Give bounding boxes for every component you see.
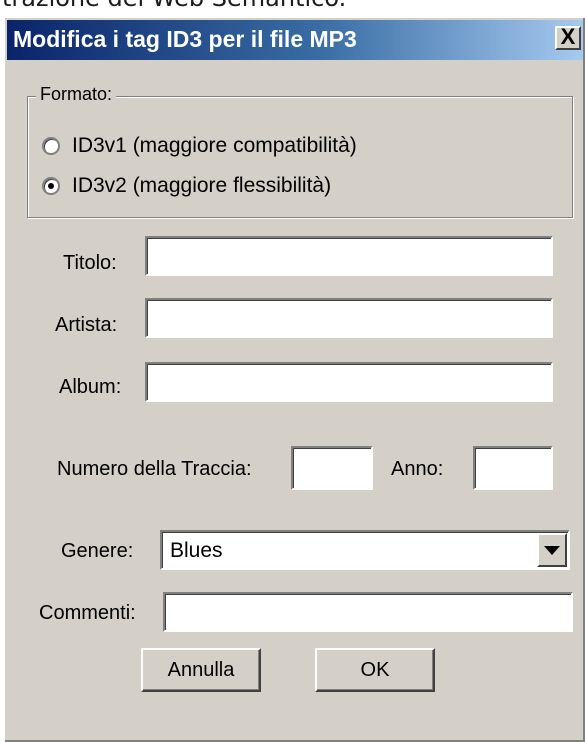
album-label: Album: bbox=[59, 376, 122, 398]
radio-label-id3v1: ID3v1 (maggiore compatibilità) bbox=[72, 134, 357, 157]
id3-tag-dialog: Modifica i tag ID3 per il file MP3 X For… bbox=[3, 16, 585, 742]
artist-field[interactable] bbox=[145, 298, 553, 338]
comments-field[interactable] bbox=[163, 592, 573, 632]
dialog-title: Modifica i tag ID3 per il file MP3 bbox=[13, 26, 357, 52]
artist-label: Artista: bbox=[55, 314, 118, 336]
comments-label: Commenti: bbox=[39, 602, 136, 624]
ok-button[interactable]: OK bbox=[315, 648, 435, 692]
close-button[interactable]: X bbox=[555, 26, 581, 50]
radio-option-id3v2[interactable]: ID3v2 (maggiore flessibilità) bbox=[42, 173, 331, 199]
genre-dropdown-button[interactable] bbox=[537, 533, 567, 567]
title-label: Titolo: bbox=[63, 252, 117, 274]
title-field[interactable] bbox=[145, 236, 553, 276]
cancel-button-label: Annulla bbox=[167, 658, 235, 681]
radio-label-id3v2: ID3v2 (maggiore flessibilità) bbox=[72, 174, 332, 197]
radio-button-id3v2[interactable] bbox=[42, 177, 60, 195]
radio-option-id3v1[interactable]: ID3v1 (maggiore compatibilità) bbox=[42, 133, 357, 159]
title-bar[interactable]: Modifica i tag ID3 per il file MP3 X bbox=[7, 20, 583, 60]
year-field[interactable] bbox=[473, 446, 553, 490]
track-number-field[interactable] bbox=[291, 446, 373, 490]
screen: trazione del Web Semantico. Modifica i t… bbox=[0, 0, 585, 742]
radio-button-id3v1[interactable] bbox=[42, 137, 60, 155]
genre-selected-value: Blues bbox=[170, 539, 223, 562]
album-field[interactable] bbox=[145, 362, 553, 402]
genre-select[interactable]: Blues bbox=[160, 530, 570, 570]
ok-button-label: OK bbox=[360, 658, 390, 681]
format-legend: Formato: bbox=[36, 84, 117, 105]
year-label: Anno: bbox=[391, 458, 444, 480]
format-groupbox: Formato: ID3v1 (maggiore compatibilità) … bbox=[27, 84, 573, 218]
genre-label: Genere: bbox=[61, 540, 134, 562]
background-text: trazione del Web Semantico. bbox=[2, 0, 346, 12]
close-icon: X bbox=[560, 24, 576, 49]
track-number-label: Numero della Traccia: bbox=[57, 458, 252, 480]
cancel-button[interactable]: Annulla bbox=[141, 648, 261, 692]
chevron-down-icon bbox=[544, 545, 560, 555]
